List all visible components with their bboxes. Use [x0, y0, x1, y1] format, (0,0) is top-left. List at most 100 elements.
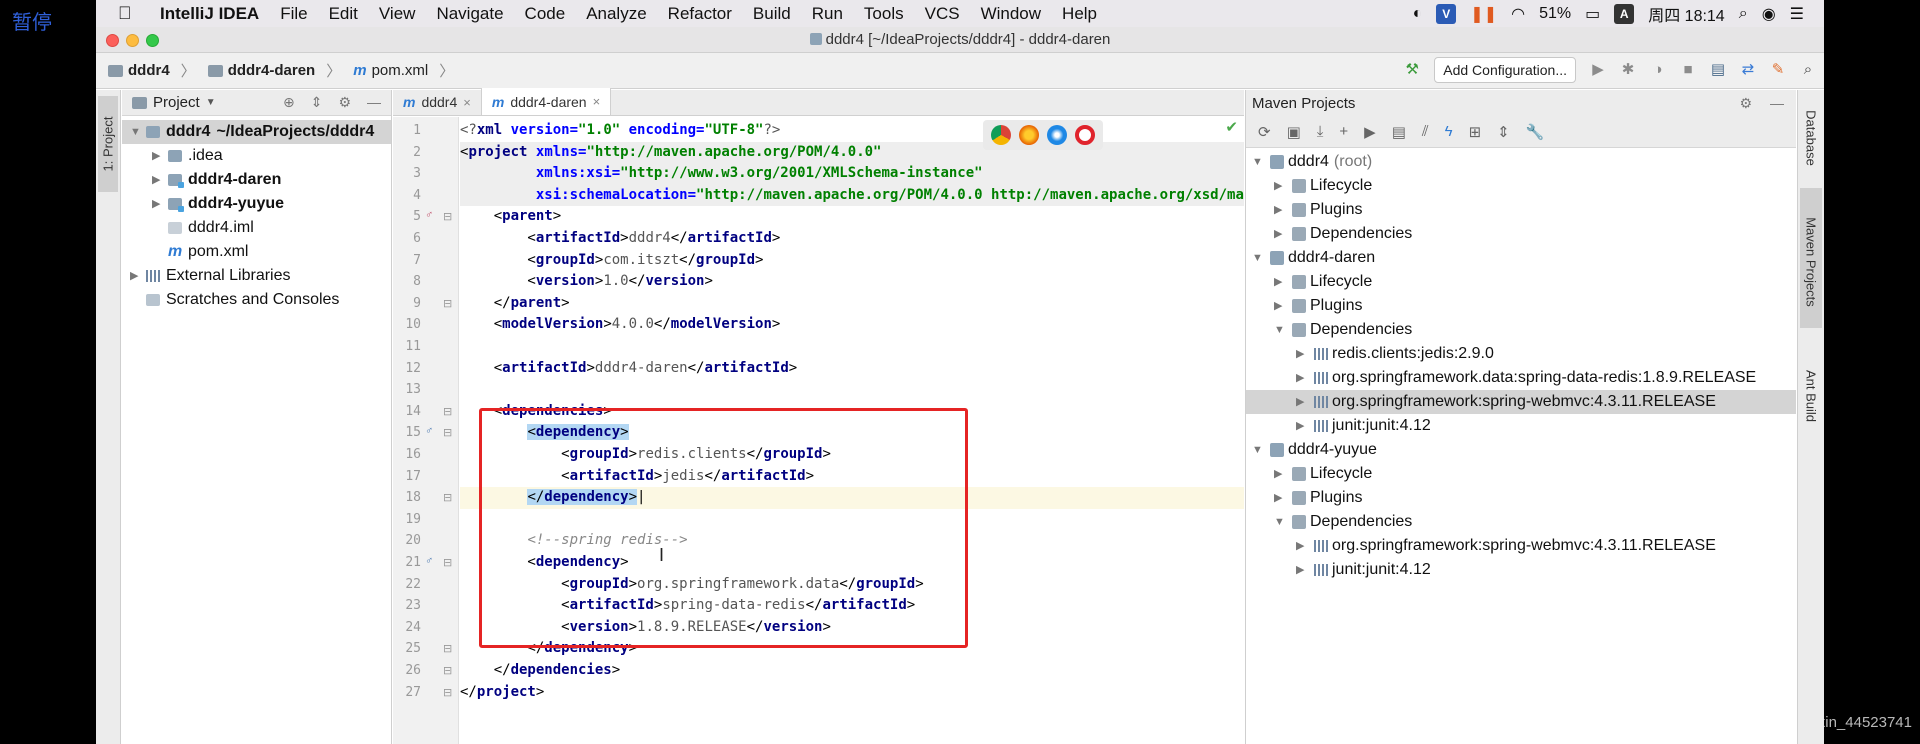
- code-line[interactable]: xmlns:xsi="http://www.w3.org/2001/XMLSch…: [460, 163, 1244, 185]
- project-tool-tab[interactable]: 1: Project: [98, 96, 118, 192]
- maven-tree-item[interactable]: ▶ Dependencies: [1246, 222, 1796, 246]
- menu-navigate[interactable]: Navigate: [436, 4, 503, 24]
- menu-tools[interactable]: Tools: [864, 4, 904, 24]
- collapsed-arrow-icon[interactable]: ▶: [1296, 390, 1304, 414]
- show-dependencies-icon[interactable]: ⊞: [1469, 123, 1482, 141]
- collapsed-arrow-icon[interactable]: ▶: [1274, 222, 1282, 246]
- hide-panel-icon[interactable]: —: [367, 94, 381, 111]
- menu-refactor[interactable]: Refactor: [668, 4, 732, 24]
- collapsed-arrow-icon[interactable]: ▶: [1274, 294, 1282, 318]
- run-maven-build-icon[interactable]: ▶: [1364, 123, 1376, 141]
- apple-menu-icon[interactable]: : [118, 3, 146, 24]
- fold-marker-icon[interactable]: ⊟: [443, 405, 452, 418]
- menu-analyze[interactable]: Analyze: [586, 4, 646, 24]
- execute-goal-icon[interactable]: ▤: [1392, 123, 1406, 141]
- project-structure-icon[interactable]: ▤: [1710, 62, 1726, 78]
- inspection-ok-icon[interactable]: ✔: [1225, 118, 1238, 136]
- menu-app-name[interactable]: IntelliJ IDEA: [160, 4, 259, 24]
- code-line[interactable]: </project>: [460, 682, 1244, 704]
- collapsed-arrow-icon[interactable]: ▶: [1274, 174, 1282, 198]
- wechat-status-icon[interactable]: ◐: [1413, 5, 1423, 23]
- code-line[interactable]: <parent>: [460, 206, 1244, 228]
- breadcrumb-file[interactable]: m pom.xml 〉: [353, 60, 454, 81]
- collapsed-arrow-icon[interactable]: ▶: [1296, 342, 1304, 366]
- menu-file[interactable]: File: [280, 4, 307, 24]
- maven-tree-item[interactable]: ▶ junit:junit:4.12: [1246, 558, 1796, 582]
- collapsed-arrow-icon[interactable]: ▶: [130, 264, 138, 288]
- code-line[interactable]: xsi:schemaLocation="http://maven.apache.…: [460, 184, 1244, 207]
- toggle-offline-icon[interactable]: ⫽: [1422, 123, 1429, 140]
- skip-tests-icon[interactable]: ϟ: [1445, 123, 1453, 140]
- zoom-window-button[interactable]: [146, 34, 159, 47]
- database-tool-tab[interactable]: Database: [1800, 94, 1822, 176]
- project-tree-item[interactable]: ▼ dddr4 ~/IdeaProjects/dddr4: [122, 120, 391, 144]
- expanded-arrow-icon[interactable]: ▼: [1274, 318, 1285, 342]
- project-tree-item[interactable]: ▶ External Libraries: [122, 264, 391, 288]
- ant-build-tool-tab[interactable]: Ant Build: [1800, 346, 1822, 438]
- maven-tree-item[interactable]: ▼ dddr4 (root): [1246, 150, 1796, 174]
- clock[interactable]: 周四 18:14: [1648, 2, 1725, 26]
- maven-tree-item[interactable]: ▼ dddr4-daren: [1246, 246, 1796, 270]
- code-line[interactable]: <modelVersion>4.0.0</modelVersion>: [460, 314, 1244, 336]
- collapsed-arrow-icon[interactable]: ▶: [1274, 270, 1282, 294]
- collapsed-arrow-icon[interactable]: ▶: [1296, 534, 1304, 558]
- expanded-arrow-icon[interactable]: ▼: [130, 120, 141, 144]
- notification-center-icon[interactable]: ☰: [1790, 4, 1804, 24]
- maven-tree-item[interactable]: ▶ Lifecycle: [1246, 462, 1796, 486]
- breadcrumb-module[interactable]: dddr4-daren 〉: [207, 60, 341, 81]
- spotlight-search-icon[interactable]: ⌕: [1739, 5, 1748, 23]
- code-line[interactable]: <artifactId>dddr4</artifactId>: [460, 228, 1244, 250]
- tab-dddr4-daren[interactable]: m dddr4-daren ×: [481, 88, 612, 115]
- code-line[interactable]: [460, 336, 1244, 358]
- code-line[interactable]: <project xmlns="http://maven.apache.org/…: [460, 141, 1244, 164]
- maven-override-gutter-icon[interactable]: ♂: [425, 555, 433, 567]
- add-maven-project-icon[interactable]: +: [1339, 123, 1348, 140]
- battery-icon[interactable]: ▭: [1585, 4, 1600, 24]
- fold-marker-icon[interactable]: ⊟: [443, 297, 452, 310]
- maven-override-gutter-icon[interactable]: ♂: [425, 209, 433, 221]
- project-tree-item[interactable]: Scratches and Consoles: [122, 288, 391, 312]
- collapsed-arrow-icon[interactable]: ▶: [1274, 486, 1282, 510]
- maven-tree-item[interactable]: ▶ Lifecycle: [1246, 270, 1796, 294]
- collapsed-arrow-icon[interactable]: ▶: [1274, 198, 1282, 222]
- project-tree-item[interactable]: dddr4.iml: [122, 216, 391, 240]
- expanded-arrow-icon[interactable]: ▼: [1274, 510, 1285, 534]
- maven-tree-item[interactable]: ▶ junit:junit:4.12: [1246, 414, 1796, 438]
- siri-icon[interactable]: ◉: [1762, 4, 1776, 24]
- code-line[interactable]: [460, 379, 1244, 401]
- fold-marker-icon[interactable]: ⊟: [443, 210, 452, 223]
- code-line[interactable]: </dependencies>: [460, 660, 1244, 682]
- tab-dddr4[interactable]: m dddr4 ×: [393, 89, 482, 115]
- project-tree-item[interactable]: m pom.xml: [122, 240, 391, 264]
- maven-tree-item[interactable]: ▶ Plugins: [1246, 486, 1796, 510]
- stop-icon[interactable]: ■: [1680, 62, 1696, 78]
- collapse-all-icon[interactable]: ⇕: [1497, 123, 1510, 141]
- menu-window[interactable]: Window: [981, 4, 1041, 24]
- collapsed-arrow-icon[interactable]: ▶: [1274, 462, 1282, 486]
- debug-icon[interactable]: ✱: [1620, 62, 1636, 78]
- maven-projects-tool-tab[interactable]: Maven Projects: [1800, 188, 1822, 328]
- collapsed-arrow-icon[interactable]: ▶: [1296, 558, 1304, 582]
- maven-tree-item[interactable]: ▼ Dependencies: [1246, 510, 1796, 534]
- chrome-icon[interactable]: [991, 125, 1011, 145]
- download-sources-icon[interactable]: ⤓: [1317, 123, 1324, 140]
- fold-marker-icon[interactable]: ⊟: [443, 686, 452, 699]
- project-tree-item[interactable]: ▶ dddr4-daren: [122, 168, 391, 192]
- maven-tree-item[interactable]: ▶ redis.clients:jedis:2.9.0: [1246, 342, 1796, 366]
- menu-vcs[interactable]: VCS: [925, 4, 960, 24]
- fold-marker-icon[interactable]: ⊟: [443, 556, 452, 569]
- minimize-window-button[interactable]: [126, 34, 139, 47]
- add-configuration-button[interactable]: Add Configuration...: [1434, 57, 1576, 83]
- translate-icon[interactable]: ⇄: [1740, 62, 1756, 78]
- safari-icon[interactable]: [1047, 125, 1067, 145]
- collapsed-arrow-icon[interactable]: ▶: [1296, 366, 1304, 390]
- fold-marker-icon[interactable]: ⊟: [443, 491, 452, 504]
- close-tab-icon[interactable]: ×: [593, 94, 601, 109]
- code-line[interactable]: <version>1.0</version>: [460, 271, 1244, 293]
- parallels-status-icon[interactable]: ❚❚: [1470, 4, 1497, 24]
- project-tree-item[interactable]: ▶ dddr4-yuyue: [122, 192, 391, 216]
- search-everywhere-icon[interactable]: ⌕: [1800, 62, 1816, 78]
- gear-icon[interactable]: ⚙: [1739, 95, 1752, 112]
- code-line[interactable]: <?xml version="1.0" encoding="UTF-8"?>: [460, 120, 1244, 142]
- close-tab-icon[interactable]: ×: [463, 95, 471, 110]
